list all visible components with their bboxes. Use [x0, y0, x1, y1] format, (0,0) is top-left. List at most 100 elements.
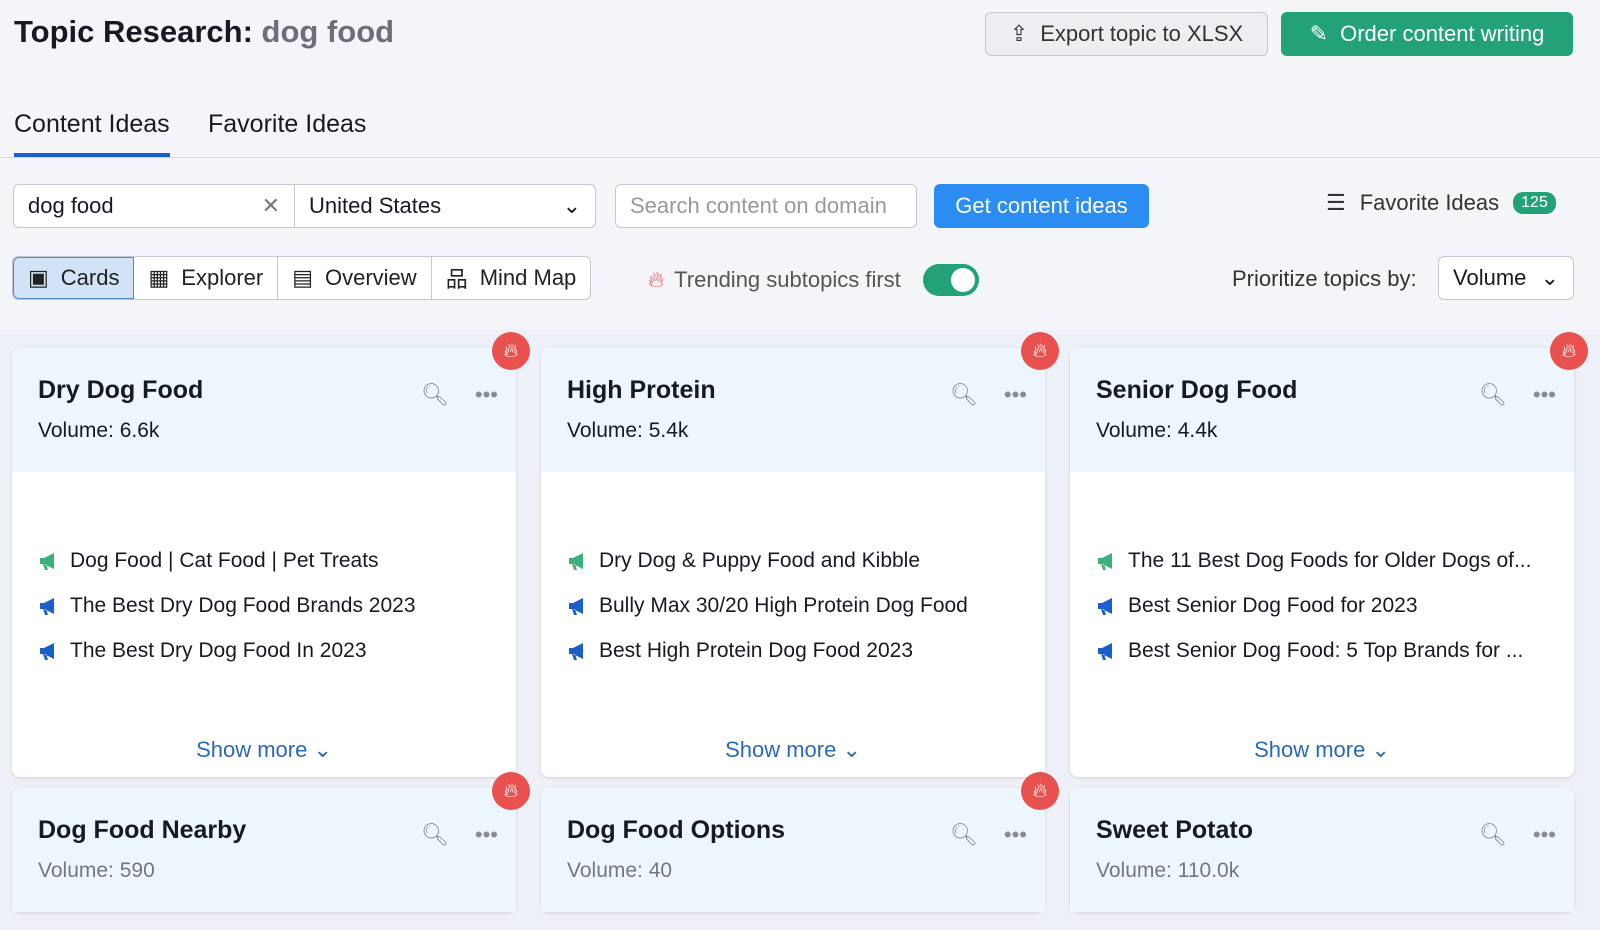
- volume-value: 40: [648, 859, 673, 882]
- volume-value: 6.6k: [119, 419, 160, 442]
- view-label: Mind Map: [479, 265, 577, 290]
- chevron-down-icon: ⌄: [1540, 265, 1559, 290]
- domain-placeholder: Search content on domain: [630, 193, 887, 218]
- export-label: Export topic to XLSX: [1040, 21, 1244, 46]
- headline-text: Best High Protein Dog Food 2023: [599, 638, 914, 662]
- trending-flame-icon: 🔥︎: [492, 772, 530, 810]
- show-more-label: Show more: [725, 737, 837, 762]
- show-more-button[interactable]: Show more ⌄: [12, 737, 516, 777]
- headline-item[interactable]: The 11 Best Dog Foods for Older Dogs of.…: [1096, 538, 1548, 583]
- volume-label: Volume:: [1096, 859, 1172, 882]
- view-overview[interactable]: ▤ Overview: [278, 257, 432, 299]
- search-icon[interactable]: 🔍︎: [950, 382, 978, 408]
- search-icon[interactable]: 🔍︎: [950, 822, 978, 848]
- headline-item[interactable]: Bully Max 30/20 High Protein Dog Food: [567, 583, 1019, 628]
- show-more-button[interactable]: Show more ⌄: [1070, 737, 1574, 777]
- topic-card[interactable]: 🔥︎ Senior Dog Food Volume: 4.4k 🔍︎ ••• The…: [1070, 332, 1588, 777]
- headline-item[interactable]: Best High Protein Dog Food 2023: [567, 628, 1019, 673]
- country-value: United States: [309, 193, 442, 218]
- tabs: Content Ideas Favorite Ideas: [0, 100, 1600, 158]
- chevron-down-icon: ⌄: [842, 737, 861, 762]
- topic-card[interactable]: 🔥︎ Dog Food Options Volume: 40 🔍︎ •••: [541, 772, 1059, 912]
- chevron-down-icon: ⌄: [562, 193, 581, 218]
- get-content-ideas-button[interactable]: Get content ideas: [934, 184, 1149, 228]
- volume-label: Volume:: [38, 859, 114, 882]
- favorite-ideas-link[interactable]: ☰ Favorite Ideas 125: [1326, 190, 1556, 216]
- search-icon[interactable]: 🔍︎: [421, 382, 449, 408]
- card-volume: Volume: 110.0k: [1096, 859, 1548, 883]
- topic-card[interactable]: 🔥︎ Dry Dog Food Volume: 6.6k 🔍︎ ••• Dog Fo…: [12, 332, 530, 777]
- megaphone-icon: [40, 597, 54, 615]
- list-icon: ☰: [1326, 190, 1346, 215]
- card-volume: Volume: 40: [567, 859, 1019, 883]
- headline-item[interactable]: The Best Dry Dog Food Brands 2023: [38, 583, 490, 628]
- page-title: Topic Research: dog food: [14, 14, 394, 50]
- cards-grid: 🔥︎ Dry Dog Food Volume: 6.6k 🔍︎ ••• Dog Fo…: [0, 330, 1600, 930]
- headline-text: The 11 Best Dog Foods for Older Dogs of.…: [1128, 548, 1532, 572]
- trending-flame-icon: 🔥︎: [492, 332, 530, 370]
- headline-text: Best Senior Dog Food for 2023: [1128, 593, 1418, 617]
- show-more-button[interactable]: Show more ⌄: [541, 737, 1045, 777]
- export-button[interactable]: ⇪ Export topic to XLSX: [985, 12, 1268, 56]
- more-options-icon[interactable]: •••: [1533, 382, 1556, 408]
- title-prefix: Topic Research:: [14, 14, 253, 49]
- mind-map-icon: 品: [445, 267, 468, 292]
- more-options-icon[interactable]: •••: [1533, 822, 1556, 848]
- topic-card[interactable]: Sweet Potato Volume: 110.0k 🔍︎ •••: [1070, 788, 1574, 912]
- order-content-button[interactable]: ✎ Order content writing: [1281, 12, 1573, 56]
- keyword-input[interactable]: dog food ✕: [13, 184, 295, 228]
- volume-value: 5.4k: [648, 419, 689, 442]
- search-icon[interactable]: 🔍︎: [1479, 382, 1507, 408]
- trending-flame-icon: 🔥︎: [1021, 772, 1059, 810]
- megaphone-icon: [1098, 642, 1112, 660]
- topic-card[interactable]: 🔥︎ Dog Food Nearby Volume: 590 🔍︎ •••: [12, 772, 530, 912]
- headline-item[interactable]: Dog Food | Cat Food | Pet Treats: [38, 538, 490, 583]
- tab-content-ideas[interactable]: Content Ideas: [14, 110, 170, 157]
- chevron-down-icon: ⌄: [1371, 737, 1390, 762]
- flame-icon: 🔥︎: [648, 267, 665, 292]
- favorite-count-badge: 125: [1513, 192, 1556, 214]
- search-icon[interactable]: 🔍︎: [1479, 822, 1507, 848]
- card-header: 🔥︎ Dog Food Nearby Volume: 590 🔍︎ •••: [12, 772, 530, 912]
- headline-text: Bully Max 30/20 High Protein Dog Food: [599, 593, 968, 617]
- more-options-icon[interactable]: •••: [1004, 382, 1027, 408]
- more-options-icon[interactable]: •••: [1004, 822, 1027, 848]
- headline-text: The Best Dry Dog Food Brands 2023: [70, 593, 416, 617]
- headline-item[interactable]: Best Senior Dog Food: 5 Top Brands for .…: [1096, 628, 1548, 673]
- card-header: Sweet Potato Volume: 110.0k 🔍︎ •••: [1070, 788, 1574, 912]
- volume-label: Volume:: [567, 419, 643, 442]
- megaphone-icon: [1098, 552, 1112, 570]
- search-icon[interactable]: 🔍︎: [421, 822, 449, 848]
- more-options-icon[interactable]: •••: [475, 382, 498, 408]
- clear-icon[interactable]: ✕: [262, 193, 280, 219]
- megaphone-icon: [40, 552, 54, 570]
- prioritize-select[interactable]: Volume ⌄: [1438, 256, 1574, 300]
- chevron-down-icon: ⌄: [313, 737, 332, 762]
- headline-item[interactable]: Dry Dog & Puppy Food and Kibble: [567, 538, 1019, 583]
- headline-text: Best Senior Dog Food: 5 Top Brands for .…: [1128, 638, 1524, 662]
- view-cards[interactable]: ▣ Cards: [13, 257, 135, 299]
- show-more-label: Show more: [196, 737, 308, 762]
- country-select[interactable]: United States ⌄: [294, 184, 596, 228]
- card-header: 🔥︎ High Protein Volume: 5.4k 🔍︎ •••: [541, 332, 1059, 472]
- trending-toggle[interactable]: [922, 264, 979, 296]
- tab-favorite-ideas[interactable]: Favorite Ideas: [208, 110, 366, 153]
- overview-icon: ▤: [292, 265, 313, 290]
- volume-value: 110.0k: [1177, 859, 1240, 882]
- domain-search-input[interactable]: Search content on domain: [615, 184, 917, 228]
- view-explorer[interactable]: ▦ Explorer: [134, 257, 279, 299]
- trending-label: Trending subtopics first: [674, 267, 901, 292]
- volume-label: Volume:: [567, 859, 643, 882]
- headline-text: Dog Food | Cat Food | Pet Treats: [70, 548, 379, 572]
- view-mind-map[interactable]: 品 Mind Map: [432, 257, 591, 299]
- headline-item[interactable]: The Best Dry Dog Food In 2023: [38, 628, 490, 673]
- card-header: 🔥︎ Dry Dog Food Volume: 6.6k 🔍︎ •••: [12, 332, 530, 472]
- megaphone-icon: [1098, 597, 1112, 615]
- more-options-icon[interactable]: •••: [475, 822, 498, 848]
- headline-item[interactable]: Best Senior Dog Food for 2023: [1096, 583, 1548, 628]
- prioritize-label: Prioritize topics by:: [1232, 266, 1417, 291]
- megaphone-icon: [569, 642, 583, 660]
- show-more-label: Show more: [1254, 737, 1366, 762]
- topic-card[interactable]: 🔥︎ High Protein Volume: 5.4k 🔍︎ ••• Dry Do…: [541, 332, 1059, 777]
- megaphone-icon: [569, 597, 583, 615]
